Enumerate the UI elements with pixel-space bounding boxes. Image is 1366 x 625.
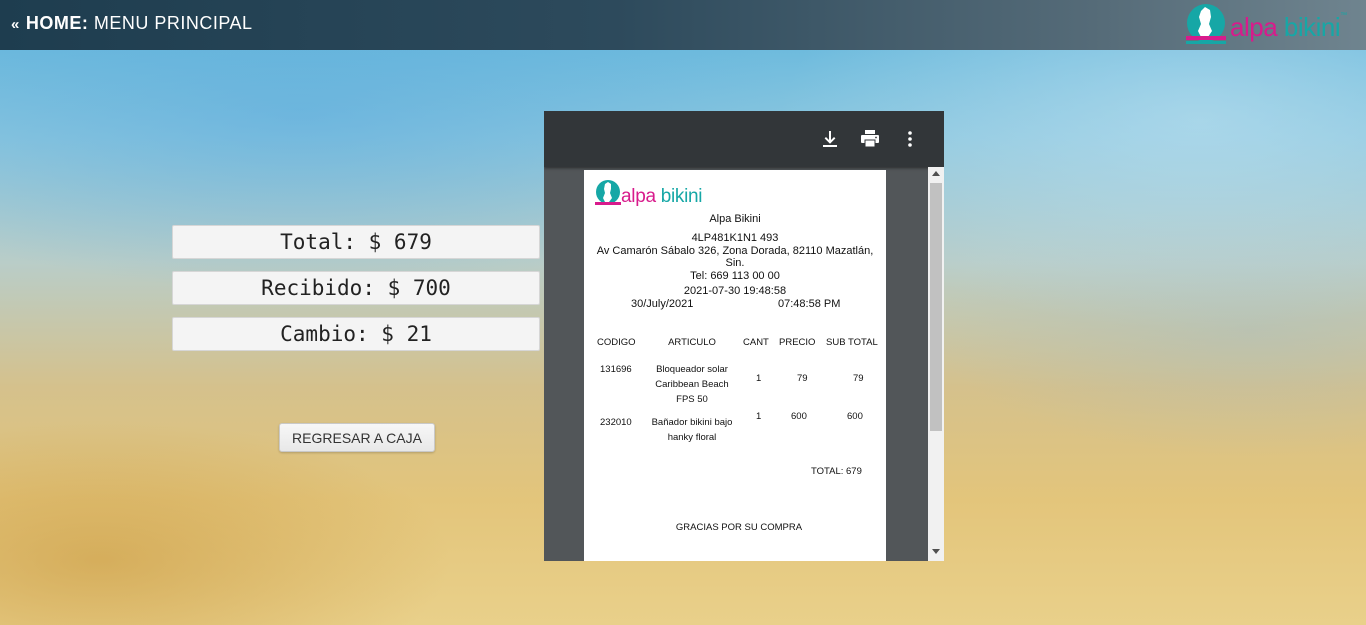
col-precio: PRECIO — [779, 337, 816, 348]
item-article-line2: Caribbean Beach — [655, 379, 729, 390]
logo-wordmark: alpa bikini™ — [1230, 12, 1347, 42]
store-name: Alpa Bikini — [709, 213, 761, 225]
receipt-thanks: GRACIAS POR SU COMPRA — [675, 522, 803, 533]
home-label: HOME: — [25, 13, 89, 33]
receipt-date: 30/July/2021 — [631, 298, 694, 310]
scroll-up-icon[interactable] — [932, 171, 940, 176]
item-article-line1: Bloqueador solar — [656, 364, 728, 375]
receipt-logo-wordmark: alpa bikini — [621, 186, 703, 207]
col-articulo: ARTICULO — [668, 337, 716, 348]
alpa-bikini-logo: alpa bikini™ — [1184, 3, 1362, 47]
item-qty: 1 — [756, 373, 762, 384]
home-menu-link[interactable]: « HOME: MENU PRINCIPAL — [11, 13, 253, 34]
more-vert-icon[interactable] — [898, 127, 922, 151]
print-icon[interactable] — [858, 127, 882, 151]
col-subtotal: SUB TOTAL — [826, 337, 878, 348]
download-icon[interactable] — [818, 127, 842, 151]
scroll-down-icon[interactable] — [932, 549, 940, 554]
col-codigo: CODIGO — [597, 337, 636, 348]
back-arrow-icon: « — [11, 16, 20, 33]
receipt-page: alpa bikini Alpa Bikini 4LP481K1N1 493 A… — [584, 170, 886, 561]
item-article-line3: FPS 50 — [676, 394, 708, 405]
cambio-display: Cambio: $ 21 — [172, 317, 540, 351]
item-code: 232010 — [600, 417, 632, 428]
receipt-logo-icon — [595, 180, 621, 205]
receipt-total: TOTAL: 679 — [811, 466, 862, 477]
item-code: 131696 — [600, 364, 632, 375]
store-rfc: 4LP481K1N1 493 — [691, 232, 779, 244]
receipt-timestamp: 2021-07-30 19:48:58 — [683, 285, 787, 297]
col-cant: CANT — [743, 337, 769, 348]
item-subtotal: 79 — [853, 373, 864, 384]
item-price: 600 — [791, 411, 807, 422]
item-price: 79 — [797, 373, 808, 384]
menu-principal-label: MENU PRINCIPAL — [93, 13, 253, 33]
item-article-line1: Bañador bikini bajo — [651, 417, 733, 428]
item-qty: 1 — [756, 411, 762, 422]
bikini-silhouette-icon — [1186, 4, 1226, 44]
total-display: Total: $ 679 — [172, 225, 540, 259]
store-address-line1: Av Camarón Sábalo 326, Zona Dorada, 8211… — [596, 245, 874, 257]
pdf-viewer: alpa bikini Alpa Bikini 4LP481K1N1 493 A… — [544, 111, 944, 561]
scrollbar-thumb[interactable] — [930, 183, 942, 431]
receipt-time: 07:48:58 PM — [778, 298, 841, 310]
item-subtotal: 600 — [847, 411, 863, 422]
top-bar: « HOME: MENU PRINCIPAL alpa bikini™ — [0, 0, 1366, 50]
item-article-line2: hanky floral — [667, 432, 717, 443]
store-phone: Tel: 669 113 00 00 — [690, 270, 780, 282]
pdf-toolbar — [544, 111, 944, 167]
store-address-line2: Sin. — [725, 257, 745, 269]
regresar-a-caja-button[interactable]: REGRESAR A CAJA — [279, 423, 435, 452]
receipt-logo: alpa bikini — [594, 179, 734, 215]
recibido-display: Recibido: $ 700 — [172, 271, 540, 305]
